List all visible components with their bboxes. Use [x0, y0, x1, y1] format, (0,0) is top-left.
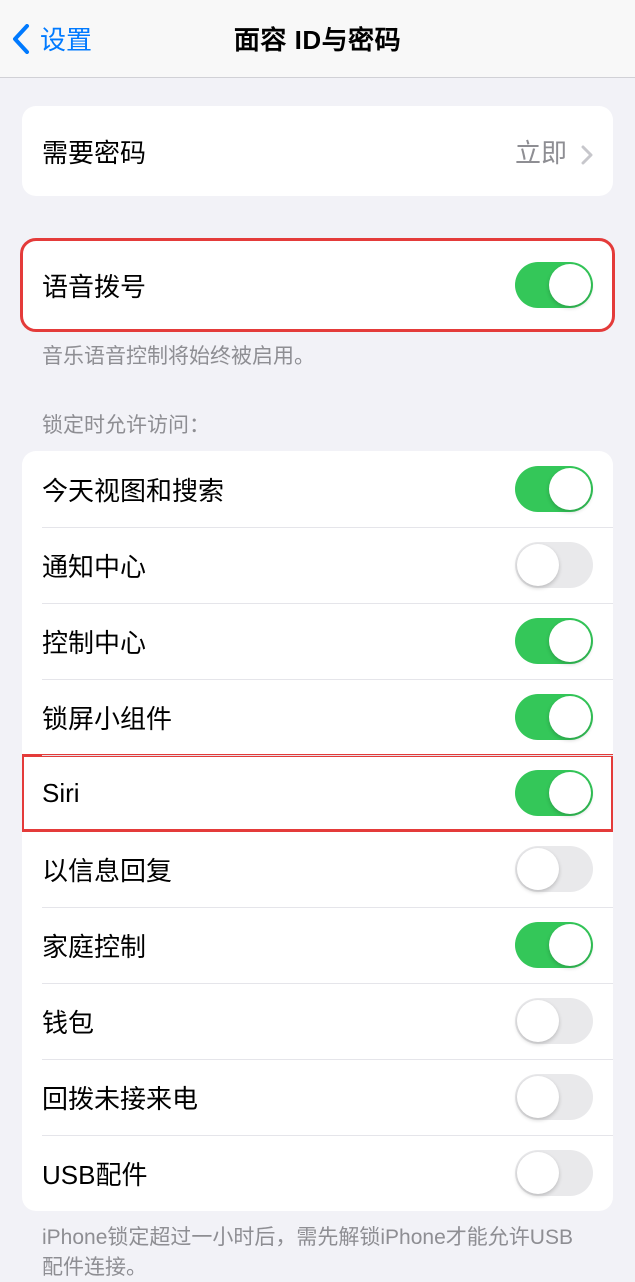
lock-access-toggle[interactable] — [515, 466, 593, 512]
lock-access-toggle[interactable] — [515, 922, 593, 968]
lock-access-row: 控制中心 — [22, 603, 613, 679]
lock-access-row: 回拨未接来电 — [22, 1059, 613, 1135]
require-passcode-label: 需要密码 — [42, 133, 146, 170]
voice-dial-row: 语音拨号 — [22, 240, 613, 330]
lock-access-label: 家庭控制 — [42, 927, 146, 964]
lock-access-label: 回拨未接来电 — [42, 1079, 198, 1116]
lock-access-row: 家庭控制 — [22, 907, 613, 983]
back-button[interactable]: 设置 — [12, 20, 92, 57]
lock-access-footer: iPhone锁定超过一小时后，需先解锁iPhone才能允许USB配件连接。 — [22, 1211, 613, 1282]
chevron-right-icon — [581, 141, 593, 161]
lock-access-row: 以信息回复 — [22, 831, 613, 907]
voice-dial-toggle[interactable] — [515, 262, 593, 308]
page-title: 面容 ID与密码 — [234, 20, 401, 57]
lock-access-row: 今天视图和搜索 — [22, 451, 613, 527]
passcode-group: 需要密码 立即 — [22, 106, 613, 196]
lock-access-label: Siri — [42, 778, 80, 809]
lock-access-toggle[interactable] — [515, 998, 593, 1044]
chevron-left-icon — [12, 24, 30, 54]
back-label: 设置 — [40, 20, 92, 57]
lock-access-label: 今天视图和搜索 — [42, 471, 224, 508]
lock-access-label: 控制中心 — [42, 623, 146, 660]
voice-dial-group: 语音拨号 — [22, 240, 613, 330]
lock-access-group: 今天视图和搜索通知中心控制中心锁屏小组件 Siri 以信息回复家庭控制钱包回拨未接来… — [22, 451, 613, 1211]
lock-access-toggle[interactable] — [515, 542, 593, 588]
lock-access-header: 锁定时允许访问： — [22, 409, 613, 451]
require-passcode-row[interactable]: 需要密码 立即 — [22, 106, 613, 196]
lock-access-toggle[interactable] — [515, 1074, 593, 1120]
voice-dial-footer: 音乐语音控制将始终被启用。 — [22, 330, 613, 371]
voice-dial-label: 语音拨号 — [42, 267, 146, 304]
lock-access-row: 锁屏小组件 — [22, 679, 613, 755]
lock-access-row: USB配件 — [22, 1135, 613, 1211]
lock-access-row: 钱包 — [22, 983, 613, 1059]
lock-access-row: 通知中心 — [22, 527, 613, 603]
lock-access-label: 锁屏小组件 — [42, 699, 172, 736]
lock-access-toggle[interactable] — [515, 618, 593, 664]
lock-access-label: 以信息回复 — [42, 851, 172, 888]
lock-access-label: USB配件 — [42, 1155, 147, 1192]
lock-access-label: 通知中心 — [42, 547, 146, 584]
require-passcode-value: 立即 — [515, 133, 593, 170]
lock-access-row: Siri — [22, 755, 613, 831]
lock-access-toggle[interactable] — [515, 770, 593, 816]
lock-access-toggle[interactable] — [515, 694, 593, 740]
navigation-bar: 设置 面容 ID与密码 — [0, 0, 635, 78]
lock-access-toggle[interactable] — [515, 1150, 593, 1196]
lock-access-toggle[interactable] — [515, 846, 593, 892]
lock-access-label: 钱包 — [42, 1003, 94, 1040]
